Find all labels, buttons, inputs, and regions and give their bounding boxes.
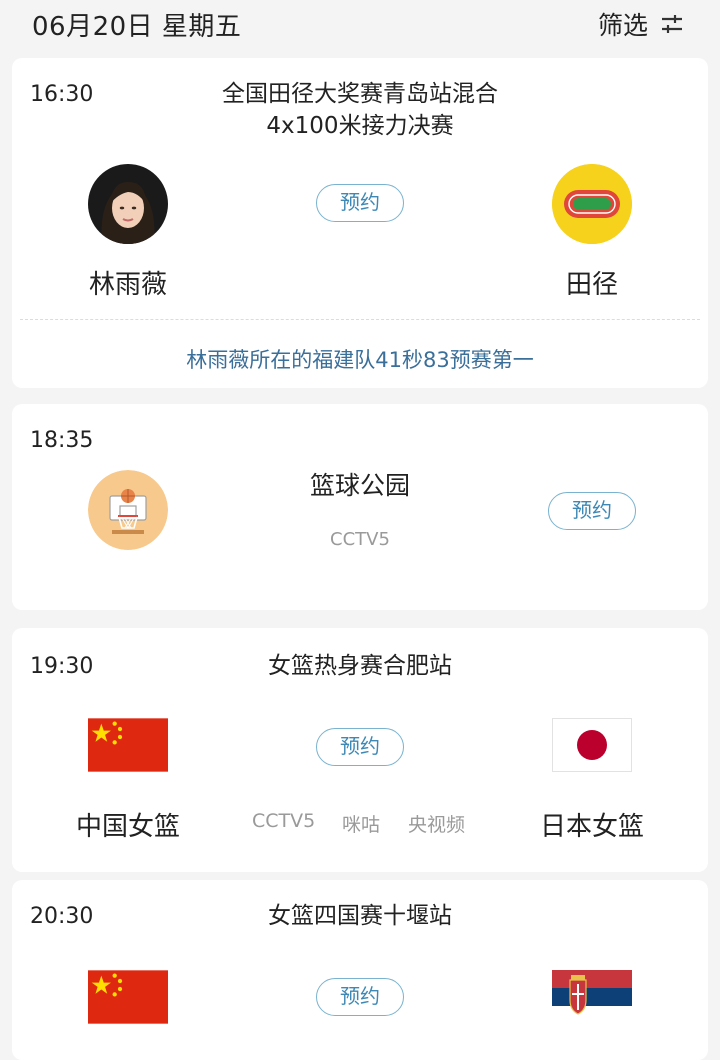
serbia-flag-icon[interactable] [552,970,632,1024]
event-card-womens-basketball-shiyan[interactable]: 20:30 女篮四国赛十堰站 预约 [12,880,708,1060]
event-title: 女篮四国赛十堰站 [268,903,452,929]
book-button[interactable]: 预约 [316,184,404,222]
channel-cctv5[interactable]: CCTV5 [252,810,315,832]
event-title-line2: 4x100米接力决赛 [266,113,454,139]
athlete-name: 林雨薇 [88,270,167,300]
card-divider [20,319,700,320]
event-card-womens-basketball-hefei[interactable]: 19:30 女篮热身赛合肥站 中国女篮 预约 CCTV5 咪咕 央视频 日本女篮 [12,628,708,872]
filter-label: 筛选 [597,11,648,40]
event-title: 全国田径大奖赛青岛站混合 4x100米接力决赛 [12,78,708,142]
channel-yangshipin[interactable]: 央视频 [408,810,465,837]
book-button[interactable]: 预约 [316,728,404,766]
china-flag-icon[interactable] [88,718,168,772]
event-title: 女篮热身赛合肥站 [268,653,452,679]
japan-flag-icon[interactable] [552,718,632,772]
sport-name: 田径 [565,270,618,300]
event-card-basketball-park[interactable]: 18:35 篮球公园 CCTV5 预约 [12,404,708,610]
filter-sliders-icon [662,15,682,33]
channel-migu[interactable]: 咪咕 [342,810,380,837]
track-field-icon[interactable] [552,164,632,244]
event-time: 18:35 [30,428,94,453]
team-name-right: 日本女篮 [539,812,644,842]
event-note[interactable]: 林雨薇所在的福建队41秒83预赛第一 [12,344,708,374]
event-title-line1: 全国田径大奖赛青岛站混合 [222,81,498,107]
book-button[interactable]: 预约 [316,978,404,1016]
event-card-athletics[interactable]: 16:30 全国田径大奖赛青岛站混合 4x100米接力决赛 林雨薇 预约 田径 … [12,58,708,388]
date-label[interactable]: 06月20日 星期五 [32,6,241,43]
header-bar: 06月20日 星期五 筛选 [0,0,720,48]
china-flag-icon[interactable] [88,970,168,1024]
filter-button[interactable]: 筛选 [598,6,684,42]
team-name-left: 中国女篮 [75,812,180,842]
book-button[interactable]: 预约 [548,492,636,530]
athlete-avatar[interactable] [88,164,168,244]
